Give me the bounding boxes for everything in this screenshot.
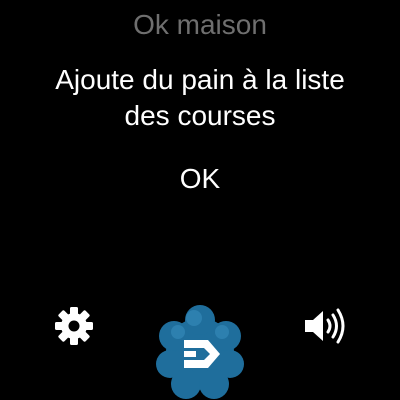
recognized-command-text: Ajoute du pain à la liste des courses — [55, 64, 345, 131]
assistant-activate-button[interactable] — [156, 302, 244, 400]
settings-button[interactable] — [50, 302, 98, 350]
voice-assistant-screen: Ok maison Ajoute du pain à la liste des … — [0, 0, 400, 400]
gear-icon — [55, 307, 93, 345]
assistant-logo-icon — [156, 305, 244, 399]
speaker-volume-icon — [305, 308, 345, 344]
assistant-title: Ok maison — [133, 9, 267, 40]
assistant-response-text: OK — [179, 163, 221, 194]
volume-button[interactable] — [300, 302, 350, 350]
